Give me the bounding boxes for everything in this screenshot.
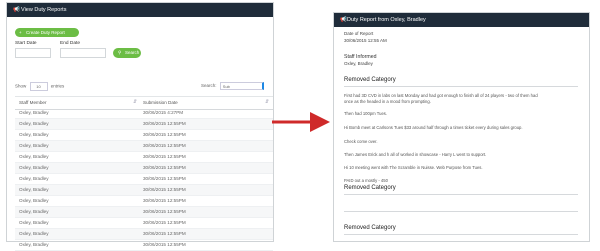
- staff-member-cell: Oxley, Bradley: [19, 110, 49, 115]
- table-row[interactable]: Oxley, Bradley 30/06/2015 12:55PM: [15, 185, 273, 196]
- table-row[interactable]: Oxley, Bradley 30/06/2015 12:55PM: [15, 174, 273, 185]
- submission-date-cell: 30/06/2015 12:55PM: [143, 209, 186, 214]
- submission-date-cell: 30/06/2015 12:55PM: [143, 231, 186, 236]
- table-row[interactable]: Oxley, Bradley 30/06/2015 12:55PM: [15, 152, 273, 163]
- table-search: Search: Sub: [201, 82, 264, 90]
- panel-title: View Duty Reports: [21, 7, 67, 13]
- megaphone-icon: 📢: [13, 7, 20, 13]
- staff-member-cell: Oxley, Bradley: [19, 143, 49, 148]
- report-body-line: Then James Erick and h all of worked in …: [344, 152, 487, 157]
- create-duty-report-button[interactable]: + Create Duty Report: [15, 28, 79, 37]
- staff-member-cell: Oxley, Bradley: [19, 187, 49, 192]
- submission-date-cell: 30/06/2015 12:55PM: [143, 121, 186, 126]
- submission-date-cell: 30/06/2015 12:55PM: [143, 220, 186, 225]
- table-row[interactable]: Oxley, Bradley 30/06/2015 4:27PM: [15, 108, 273, 119]
- staff-member-cell: Oxley, Bradley: [19, 209, 49, 214]
- page-length-control: Show 10 entries: [15, 82, 64, 91]
- panel-header: 📢 View Duty Reports: [7, 3, 273, 17]
- staff-informed-label: Staff Informed: [344, 54, 377, 60]
- duty-report-detail-panel: 📢 Duty Report from Oxley, Bradley Date o…: [333, 12, 590, 242]
- duty-reports-panel: 📢 View Duty Reports + Create Duty Report…: [6, 2, 274, 251]
- report-body-line: First had 3D CVD in labs on last Monday …: [344, 93, 538, 98]
- report-body-line: Then had 100pm Tues.: [344, 111, 388, 116]
- report-body-line: Hi Bomb meet at Carlsons Tues $33 around…: [344, 125, 523, 130]
- start-date-label: Start Date: [15, 41, 37, 46]
- section-title: Removed Category: [344, 225, 578, 235]
- submission-date-cell: 30/06/2015 12:55PM: [143, 176, 186, 181]
- detail-title: Duty Report from Oxley, Bradley: [347, 17, 426, 23]
- sort-icon[interactable]: ⇵: [133, 99, 137, 105]
- submission-date-cell: 30/06/2015 12:55PM: [143, 143, 186, 148]
- staff-informed-value: Oxley, Bradley: [344, 61, 373, 66]
- submission-date-cell: 30/06/2015 4:27PM: [143, 110, 184, 115]
- report-body-line: Check come over.: [344, 139, 378, 144]
- column-header-staff[interactable]: Staff Member: [19, 100, 47, 105]
- table-row[interactable]: Oxley, Bradley 30/06/2015 12:55PM: [15, 229, 273, 240]
- table-row[interactable]: Oxley, Bradley 30/06/2015 12:55PM: [15, 119, 273, 130]
- report-date-label: Date of Report: [344, 31, 374, 36]
- detail-header: 📢 Duty Report from Oxley, Bradley: [334, 13, 589, 27]
- section-title: Removed Category: [344, 77, 578, 87]
- submission-date-cell: 30/06/2015 12:55PM: [143, 187, 186, 192]
- start-date-input[interactable]: [15, 48, 51, 58]
- table-row[interactable]: Oxley, Bradley 30/06/2015 12:55PM: [15, 130, 273, 141]
- show-label: Show: [15, 83, 27, 89]
- entries-label: entries: [50, 83, 65, 89]
- table-body: Oxley, Bradley 30/06/2015 4:27PM Oxley, Br…: [15, 108, 273, 251]
- search-button[interactable]: ⚲ Search: [113, 48, 141, 58]
- search-button-label: Search: [125, 50, 140, 55]
- column-header-date[interactable]: Submission Date: [143, 100, 178, 105]
- report-date-value: 30/06/2015 12:55 AM: [344, 38, 387, 43]
- table-row[interactable]: Oxley, Bradley 30/06/2015 12:55PM: [15, 240, 273, 251]
- section-divider: [344, 211, 578, 212]
- table-row[interactable]: Oxley, Bradley 30/06/2015 12:55PM: [15, 163, 273, 174]
- staff-member-cell: Oxley, Bradley: [19, 242, 49, 247]
- plus-icon: +: [19, 30, 22, 35]
- submission-date-cell: 30/06/2015 12:55PM: [143, 154, 186, 159]
- report-body-line: once as the headed in a mood from prompt…: [344, 99, 431, 104]
- submission-date-cell: 30/06/2015 12:55PM: [143, 198, 186, 203]
- sort-icon[interactable]: ⇵: [265, 99, 269, 105]
- table-row[interactable]: Oxley, Bradley 30/06/2015 12:55PM: [15, 196, 273, 207]
- end-date-input[interactable]: [60, 48, 106, 58]
- staff-member-cell: Oxley, Bradley: [19, 176, 49, 181]
- report-body-line: PAID out a mostly - 450: [344, 178, 388, 183]
- table-search-input[interactable]: Sub: [219, 82, 264, 90]
- staff-member-cell: Oxley, Bradley: [19, 198, 49, 203]
- table-row[interactable]: Oxley, Bradley 30/06/2015 12:55PM: [15, 218, 273, 229]
- create-duty-report-label: Create Duty Report: [26, 30, 65, 35]
- submission-date-cell: 30/06/2015 12:55PM: [143, 242, 186, 247]
- table-search-label: Search:: [201, 83, 217, 89]
- arrow-right-icon: [272, 112, 330, 132]
- megaphone-icon: 📢: [340, 17, 347, 23]
- table-row[interactable]: Oxley, Bradley 30/06/2015 12:55PM: [15, 207, 273, 218]
- submission-date-cell: 30/06/2015 12:55PM: [143, 165, 186, 170]
- staff-member-cell: Oxley, Bradley: [19, 132, 49, 137]
- staff-member-cell: Oxley, Bradley: [19, 165, 49, 170]
- submission-date-cell: 30/06/2015 12:55PM: [143, 132, 186, 137]
- table-row[interactable]: Oxley, Bradley 30/06/2015 12:55PM: [15, 141, 273, 152]
- report-body-line: Hi 10 meeting went with The Scramble in …: [344, 165, 483, 170]
- search-icon: ⚲: [118, 50, 122, 55]
- end-date-label: End Date: [60, 41, 81, 46]
- staff-member-cell: Oxley, Bradley: [19, 220, 49, 225]
- staff-member-cell: Oxley, Bradley: [19, 231, 49, 236]
- staff-member-cell: Oxley, Bradley: [19, 154, 49, 159]
- section-title: Removed Category: [344, 185, 578, 195]
- staff-member-cell: Oxley, Bradley: [19, 121, 49, 126]
- page-length-select[interactable]: 10: [29, 82, 48, 91]
